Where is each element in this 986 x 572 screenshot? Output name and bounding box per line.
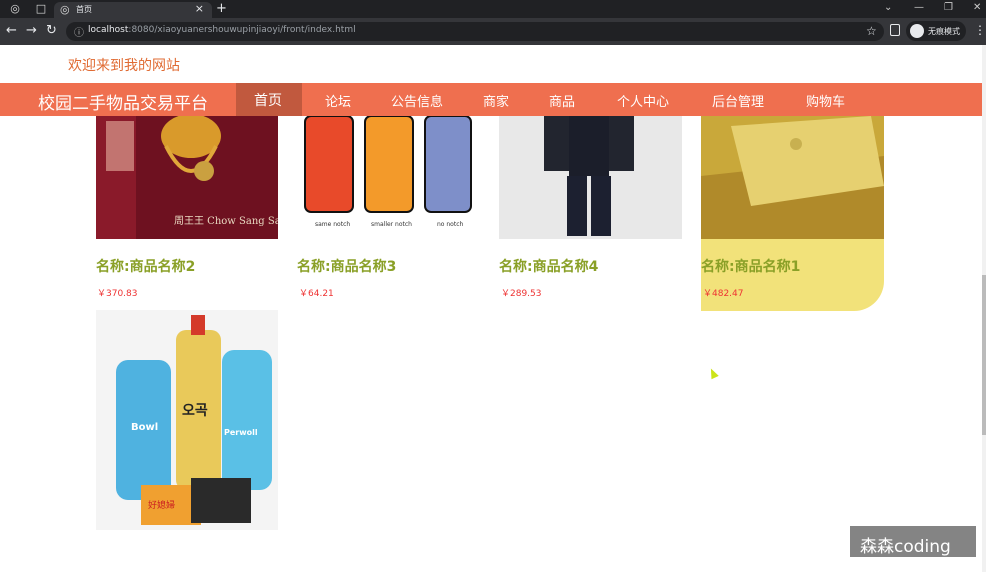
product-price: ￥482.47	[703, 289, 744, 299]
browser-tab-active[interactable]: ◎ 首页 ×	[54, 2, 212, 18]
back-button[interactable]: ←	[6, 23, 17, 38]
tab-title: 首页	[76, 5, 92, 14]
nav-item-cart[interactable]: 购物车	[806, 91, 845, 110]
minimize-button[interactable]: —	[914, 2, 924, 13]
product-image-1[interactable]	[701, 116, 884, 239]
product-name[interactable]: 名称:商品名称2	[96, 256, 195, 276]
globe-icon[interactable]: ◎	[4, 2, 26, 18]
product-name[interactable]: 名称:商品名称3	[297, 256, 396, 276]
window-icon[interactable]: □	[30, 2, 52, 18]
url-field[interactable]: ⓘ localhost:8080/xiaoyuanershouwupinjiao…	[66, 22, 884, 41]
menu-icon[interactable]: ⋮	[974, 23, 986, 37]
restore-button[interactable]: ❐	[944, 2, 953, 13]
close-window-button[interactable]: ✕	[973, 2, 981, 13]
product-image-3[interactable]: same notch smaller notch no notch	[297, 116, 473, 239]
incognito-indicator[interactable]: 无痕模式	[906, 21, 966, 41]
product-price: ￥64.21	[299, 289, 334, 299]
product-image-2[interactable]: 周王王 Chow Sang Sang	[96, 116, 278, 239]
incognito-label: 无痕模式	[928, 27, 960, 36]
image-text: Perwoll	[224, 428, 258, 437]
side-panel-icon[interactable]	[890, 24, 900, 36]
notch-label: smaller notch	[371, 221, 412, 228]
nav-item-merchants[interactable]: 商家	[483, 91, 509, 110]
welcome-text: 欢迎来到我的网站	[68, 58, 180, 74]
reload-button[interactable]: ↻	[46, 23, 57, 38]
product-name[interactable]: 名称:商品名称4	[499, 256, 598, 276]
image-text: 好媳婦	[148, 499, 175, 511]
nav-item-products[interactable]: 商品	[549, 91, 575, 110]
globe-icon: ◎	[60, 3, 70, 16]
info-icon[interactable]: ⓘ	[74, 24, 84, 39]
product-image-5[interactable]: Bowl 오곡 Perwoll 好媳婦	[96, 310, 278, 530]
browser-tab-bar: ◎ □ ◎ 首页 × + ⌄ — ❐ ✕	[0, 0, 986, 18]
close-icon[interactable]: ×	[195, 2, 204, 15]
nav-item-forum[interactable]: 论坛	[325, 91, 351, 110]
new-tab-button[interactable]: +	[216, 1, 227, 16]
nav-item-admin[interactable]: 后台管理	[712, 91, 764, 110]
product-price: ￥370.83	[97, 289, 138, 299]
incognito-icon	[910, 24, 924, 38]
watermark: 森森coding	[850, 526, 976, 557]
nav-item-announcements[interactable]: 公告信息	[391, 91, 443, 110]
page-scrollbar[interactable]	[982, 45, 986, 572]
chevron-down-icon[interactable]: ⌄	[884, 2, 892, 13]
forward-button[interactable]: →	[26, 23, 37, 38]
product-name[interactable]: 名称:商品名称1	[701, 256, 800, 276]
nav-item-home[interactable]: 首页	[236, 83, 302, 116]
image-text: 오곡	[182, 403, 208, 419]
scrollbar-thumb[interactable]	[982, 275, 986, 435]
address-bar: ← → ↻ ⓘ localhost:8080/xiaoyuanershouwup…	[0, 18, 986, 45]
product-image-2-text: 周王王 Chow Sang Sang	[174, 215, 278, 227]
bookmark-star-icon[interactable]: ☆	[866, 24, 877, 38]
mouse-cursor-icon	[707, 366, 719, 380]
notch-label: same notch	[315, 221, 350, 228]
product-price: ￥289.53	[501, 289, 542, 299]
image-text: Bowl	[131, 422, 158, 433]
nav-item-profile[interactable]: 个人中心	[617, 91, 669, 110]
main-navbar: 校园二手物品交易平台 首页 论坛 公告信息 商家 商品 个人中心 后台管理 购物…	[0, 83, 982, 116]
site-brand[interactable]: 校园二手物品交易平台	[38, 89, 208, 114]
product-image-4[interactable]	[499, 116, 682, 239]
url-text: localhost:8080/xiaoyuanershouwupinjiaoyi…	[88, 25, 356, 35]
notch-label: no notch	[437, 221, 464, 228]
